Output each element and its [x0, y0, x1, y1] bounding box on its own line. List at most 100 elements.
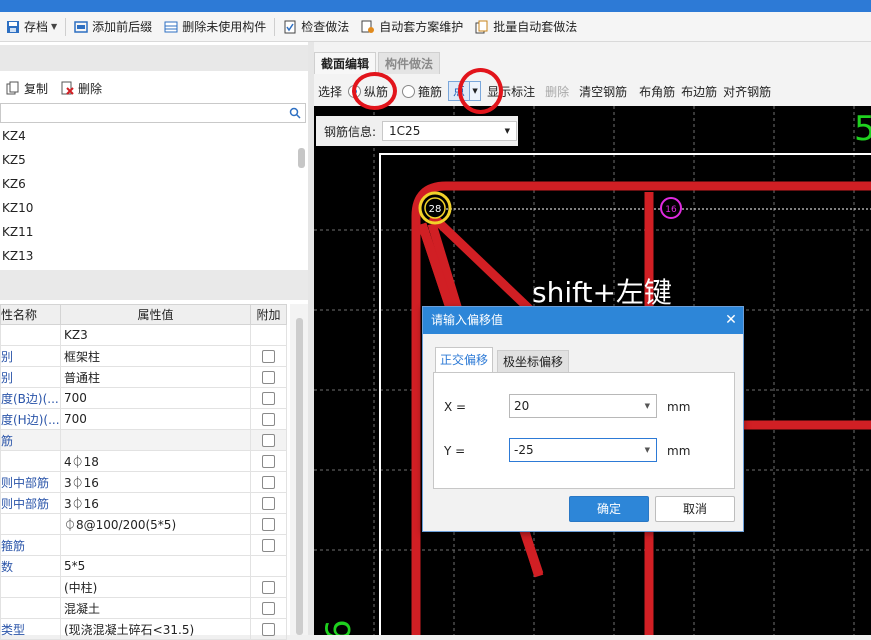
extra-checkbox[interactable]: [262, 518, 275, 531]
list-scrollbar[interactable]: [296, 124, 308, 268]
list-item[interactable]: KZ6: [0, 172, 296, 196]
axis-number-top: 5: [854, 109, 871, 149]
delete-unused-button[interactable]: 删除未使用构件: [158, 16, 272, 38]
property-value[interactable]: KZ3: [60, 324, 251, 346]
property-name: 箍筋: [0, 534, 61, 556]
property-name: 度(H边)(...: [0, 408, 61, 430]
extra-checkbox[interactable]: [262, 434, 275, 447]
property-value[interactable]: (中柱): [60, 576, 251, 598]
table-row[interactable]: 别框架柱: [0, 345, 287, 367]
chevron-down-icon[interactable]: ▼: [645, 439, 650, 461]
tab-orthogonal-offset[interactable]: 正交偏移: [435, 347, 493, 373]
corner-rebar-button[interactable]: 布角筋: [639, 83, 675, 100]
chevron-down-icon[interactable]: ▼: [51, 22, 57, 31]
add-prefix-suffix-button[interactable]: 添加前后缀: [68, 16, 158, 38]
extra-checkbox[interactable]: [262, 350, 275, 363]
property-value[interactable]: 5*5: [60, 555, 251, 577]
batch-auto-method-button[interactable]: 批量自动套做法: [469, 16, 583, 38]
delete-button[interactable]: 删除: [54, 77, 108, 99]
extra-checkbox[interactable]: [262, 539, 275, 552]
list-item[interactable]: KZ4: [0, 124, 296, 148]
property-name: 别: [0, 366, 61, 388]
property-value[interactable]: [60, 429, 251, 451]
property-table: 性名称 属性值 附加 KZ3 别框架柱别普通柱 度(B边)(... 700 度(H边)(…: [0, 304, 287, 640]
table-row[interactable]: ⏀8@100/200(5*5): [0, 513, 287, 535]
rebar-info-select[interactable]: 1C25 ▼: [382, 121, 518, 141]
extra-checkbox[interactable]: [262, 413, 275, 426]
property-value[interactable]: 700: [60, 387, 251, 409]
check-method-button[interactable]: 检查做法: [277, 16, 355, 38]
copy-button[interactable]: 复制: [0, 77, 54, 99]
table-row[interactable]: (中柱): [0, 576, 287, 598]
table-row[interactable]: KZ3: [0, 324, 287, 346]
property-extra: [250, 450, 287, 472]
save-button[interactable]: 存档 ▼: [0, 16, 63, 38]
edge-rebar-button[interactable]: 布边筋: [681, 83, 717, 100]
list-item[interactable]: KZ11: [0, 220, 296, 244]
chevron-down-icon[interactable]: ▼: [505, 122, 510, 140]
align-rebar-button[interactable]: 对齐钢筋: [723, 83, 771, 100]
table-row[interactable]: 度(H边)(... 700: [0, 408, 287, 430]
extra-checkbox[interactable]: [262, 392, 275, 405]
property-value[interactable]: 4⏀18: [60, 450, 251, 472]
property-value[interactable]: 普通柱: [60, 366, 251, 388]
auto-method-maintain-button[interactable]: 自动套方案维护: [355, 16, 469, 38]
extra-checkbox[interactable]: [262, 623, 275, 636]
component-actions: 复制 删除: [0, 76, 308, 100]
table-row[interactable]: 则中部筋 3⏀16: [0, 492, 287, 514]
property-value[interactable]: 3⏀16: [60, 492, 251, 514]
property-name: 则中部筋: [0, 471, 61, 493]
table-row[interactable]: 则中部筋 3⏀16: [0, 471, 287, 493]
table-row[interactable]: 数 5*5: [0, 555, 287, 577]
close-icon[interactable]: ✕: [719, 307, 743, 334]
tab-section-edit[interactable]: 截面编辑: [314, 52, 377, 74]
list-item[interactable]: KZ5: [0, 148, 296, 172]
delete-rebar-button[interactable]: 删除: [545, 83, 569, 100]
property-value[interactable]: [60, 534, 251, 556]
extra-checkbox[interactable]: [262, 581, 275, 594]
property-value[interactable]: 3⏀16: [60, 471, 251, 493]
list-item[interactable]: KZ13: [0, 244, 296, 268]
list-item[interactable]: KZ10: [0, 196, 296, 220]
property-extra: [250, 492, 287, 514]
chevron-down-icon[interactable]: ▼: [645, 395, 650, 417]
list-scrollbar-thumb[interactable]: [298, 148, 305, 168]
property-extra: [250, 576, 287, 598]
tab-component-method[interactable]: 构件做法: [378, 52, 441, 74]
y-offset-input[interactable]: -25 ▼: [509, 438, 657, 462]
extra-checkbox[interactable]: [262, 476, 275, 489]
search-input[interactable]: [0, 103, 306, 123]
x-label: X =: [444, 400, 467, 414]
batch-icon: [475, 20, 488, 33]
extra-checkbox[interactable]: [262, 497, 275, 510]
property-value[interactable]: ⏀8@100/200(5*5): [60, 513, 251, 535]
property-value[interactable]: 700: [60, 408, 251, 430]
x-offset-input[interactable]: 20 ▼: [509, 394, 657, 418]
extra-checkbox[interactable]: [262, 371, 275, 384]
radio-unselected-icon[interactable]: [402, 84, 416, 98]
table-row[interactable]: 类型 (现浇混凝土碎石<31.5): [0, 618, 287, 640]
clear-rebar-button[interactable]: 清空钢筋: [579, 83, 627, 100]
property-extra: [250, 324, 287, 346]
ok-button[interactable]: 确定: [569, 496, 649, 522]
extra-checkbox[interactable]: [262, 602, 275, 615]
property-value[interactable]: 框架柱: [60, 345, 251, 367]
tab-polar-offset[interactable]: 极坐标偏移: [497, 350, 569, 372]
extra-checkbox[interactable]: [262, 455, 275, 468]
table-row[interactable]: 别普通柱: [0, 366, 287, 388]
property-scrollbar-thumb[interactable]: [296, 318, 303, 635]
stirrup-radio[interactable]: 箍筋: [402, 83, 442, 100]
table-row[interactable]: 混凝土: [0, 597, 287, 619]
cancel-button[interactable]: 取消: [655, 496, 735, 522]
property-value[interactable]: (现浇混凝土碎石<31.5): [60, 618, 251, 640]
property-value[interactable]: 混凝土: [60, 597, 251, 619]
property-extra: [250, 534, 287, 556]
property-rows: KZ3 别框架柱别普通柱 度(B边)(... 700 度(H边)(... 700 筋 4⏀18…: [0, 324, 287, 640]
property-name: [0, 576, 61, 598]
table-row[interactable]: 筋: [0, 429, 287, 451]
search-icon[interactable]: [289, 107, 301, 119]
auto-maintain-icon: [361, 20, 375, 33]
table-row[interactable]: 箍筋: [0, 534, 287, 556]
table-row[interactable]: 4⏀18: [0, 450, 287, 472]
table-row[interactable]: 度(B边)(... 700: [0, 387, 287, 409]
